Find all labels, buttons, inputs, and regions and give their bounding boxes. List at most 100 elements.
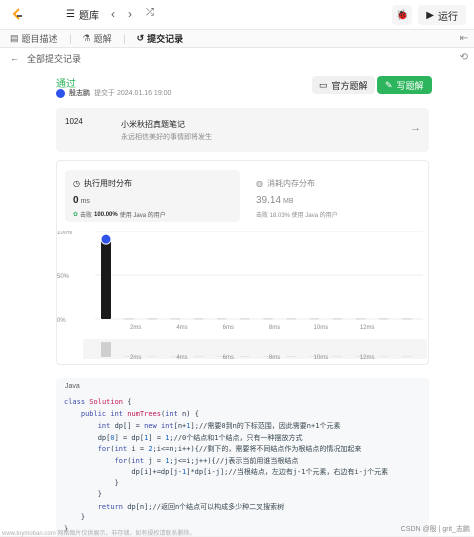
official-solution-button[interactable]: ▭ 官方题解 (312, 76, 375, 94)
leetcode-logo-icon[interactable] (10, 7, 26, 23)
write-solution-button[interactable]: ✎ 写题解 (377, 76, 432, 94)
runtime-beat-label: 击败 (80, 213, 93, 219)
prev-problem-icon[interactable]: ‹ (111, 7, 115, 21)
tab-description[interactable]: ▤ 题目描述 (10, 32, 58, 45)
code-language: Java (65, 383, 80, 390)
submitted-time: 提交于 2024.01.16 19:00 (94, 90, 172, 97)
notes-title: 小米秋招真题笔记 (121, 120, 185, 129)
doc-icon: ▤ (10, 33, 19, 43)
code-block: Java class Solution { public int numTree… (56, 378, 429, 536)
book-icon: ▭ (319, 79, 328, 90)
minimap-bar (193, 356, 204, 357)
memory-title-row: ◍ 消耗内存分布 (256, 178, 315, 189)
chart-bar (355, 318, 366, 320)
flask-icon: ⚗ (82, 33, 91, 43)
minimap-bar (239, 356, 250, 357)
memory-card[interactable]: ◍ 消耗内存分布 39.14 MB 击败 18.03% 使用 Java 的用户 (248, 170, 423, 222)
minimap-tick-label: 8ms (269, 355, 280, 361)
x-tick-label: 10ms (314, 325, 329, 331)
chart-bar (263, 318, 273, 320)
tab-solutions[interactable]: ⚗ 题解 (83, 32, 112, 45)
chart-bar (216, 318, 227, 320)
share-icon[interactable]: ⟲ (460, 52, 468, 63)
top-bar: ☰ 题库 ‹ › ⤮ 🐞 ▶ 运行 (0, 0, 474, 30)
list-icon: ☰ (66, 9, 75, 20)
code-line: } (64, 513, 86, 521)
chart-bar (193, 318, 204, 320)
back-arrow-icon[interactable]: ← (10, 53, 19, 63)
memory-value: 39.14 (256, 195, 282, 206)
runtime-distribution-chart: 100% 50% 0% 2ms 4ms 6ms 8ms 10ms 12ms 2ms 4ms 6ms 8m… (57, 231, 427, 361)
arrow-right-icon: → (410, 122, 421, 134)
play-icon: ▶ (426, 9, 434, 21)
x-tick-label: 12ms (360, 325, 375, 331)
minimap-bar (378, 356, 389, 357)
code-line: int dp[] = new int[n+1];//需要0到n的下标范围，因此需… (97, 422, 341, 430)
minimap-tick-label: 10ms (314, 355, 329, 361)
y-tick-label: 50% (57, 274, 70, 280)
next-problem-icon[interactable]: › (128, 7, 132, 21)
code-line: class Solution { (64, 398, 132, 406)
memory-value-row: 39.14 MB (256, 195, 294, 206)
code-line: dp[i]+=dp[j-1]*dp[i-j];//当根结点，左边有j-1个元素，… (64, 468, 389, 476)
performance-panel: ◷ 执行用时分布 0 ms ✿ 击败 100.00% 使用 Java 的用户 ◍ … (56, 160, 429, 365)
chart-bar (147, 318, 158, 320)
bug-icon: 🐞 (396, 9, 409, 21)
x-tick-label: 8ms (269, 325, 280, 331)
runtime-beat-suffix: 使用 Java 的用户 (119, 213, 166, 219)
runtime-value-row: 0 ms (73, 195, 90, 206)
runtime-card[interactable]: ◷ 执行用时分布 0 ms ✿ 击败 100.00% 使用 Java 的用户 (65, 170, 240, 222)
code-line: return dp[n];//返回n个结点可以构成多少种二叉搜索树 (97, 502, 285, 511)
panel-tabs: ▤ 题目描述 ⚗ 题解 ↺ 提交记录 (0, 30, 474, 48)
author-row: 殷志鹏 提交于 2024.01.16 19:00 (56, 88, 171, 98)
author-name[interactable]: 殷志鹏 (69, 88, 90, 98)
history-icon: ↺ (136, 33, 145, 43)
submission-detail: 通过 殷志鹏 提交于 2024.01.16 19:00 ▭ 官方题解 ✎ 写题解… (0, 68, 474, 536)
clock-icon: ◷ (73, 179, 80, 188)
debug-button[interactable]: 🐞 (392, 5, 413, 25)
edit-icon: ✎ (385, 79, 393, 90)
shuffle-icon[interactable]: ⤮ (146, 7, 154, 18)
code-line: for(int i = 2;i<=n;i++){//剩下的，需要将不同结点作为根… (97, 445, 362, 453)
minimap-bar (332, 356, 343, 357)
notes-id: 1024 (65, 117, 83, 126)
minimap-bar (401, 356, 412, 357)
collapse-icon[interactable]: ⇤ (460, 33, 468, 44)
avatar[interactable] (56, 88, 65, 98)
minimap-tick-label: 2ms (130, 355, 141, 361)
x-tick-label: 4ms (176, 325, 187, 331)
watermark-right: CSDN @殷 | grit_志鹏 (400, 526, 470, 533)
chart-bar (378, 318, 389, 320)
problem-list-button[interactable]: ☰ 题库 (66, 7, 99, 22)
tab-divider (123, 33, 125, 44)
beat-badge-icon: ✿ (73, 212, 79, 218)
runtime-beat-value: 100.00% (94, 211, 118, 218)
chart-bar (101, 237, 111, 319)
run-button[interactable]: ▶ 运行 (418, 5, 466, 25)
x-tick-label: 2ms (130, 325, 141, 331)
notes-subtitle: 永远相信美好的事情即将发生 (121, 134, 212, 141)
code-line: public int numTrees(int n) { (80, 409, 199, 418)
notes-card[interactable]: 1024 小米秋招真题笔记 永远相信美好的事情即将发生 → (56, 108, 429, 152)
runtime-unit: ms (80, 198, 90, 205)
chart-bar (309, 318, 320, 320)
chart-bar (170, 318, 181, 320)
tab-divider (69, 33, 71, 44)
memory-beat-text: 击败 18.03% 使用 Java 的用户 (256, 213, 338, 219)
all-submissions-link[interactable]: 全部提交记录 (27, 52, 81, 65)
runtime-beat-row: ✿ 击败 100.00% 使用 Java 的用户 (73, 210, 166, 220)
runtime-title: 执行用时分布 (83, 179, 132, 188)
tab-submissions[interactable]: ↺ 提交记录 (137, 32, 184, 45)
minimap-bar (286, 356, 297, 357)
y-tick-label: 0% (57, 318, 66, 324)
chart-bar (124, 318, 135, 320)
memory-title: 消耗内存分布 (266, 179, 315, 188)
memory-chip-icon: ◍ (256, 179, 263, 188)
user-marker-avatar (100, 233, 112, 245)
minimap-tick-label: 4ms (176, 355, 187, 361)
back-row: ← 全部提交记录 (0, 48, 474, 68)
minimap-bar (147, 356, 158, 357)
code-line: dp[0] = dp[1] = 1;//0个结点和1个结点，只有一种摆放方式 (64, 433, 303, 442)
code-line: } (64, 490, 102, 498)
minimap-bar (101, 342, 111, 357)
